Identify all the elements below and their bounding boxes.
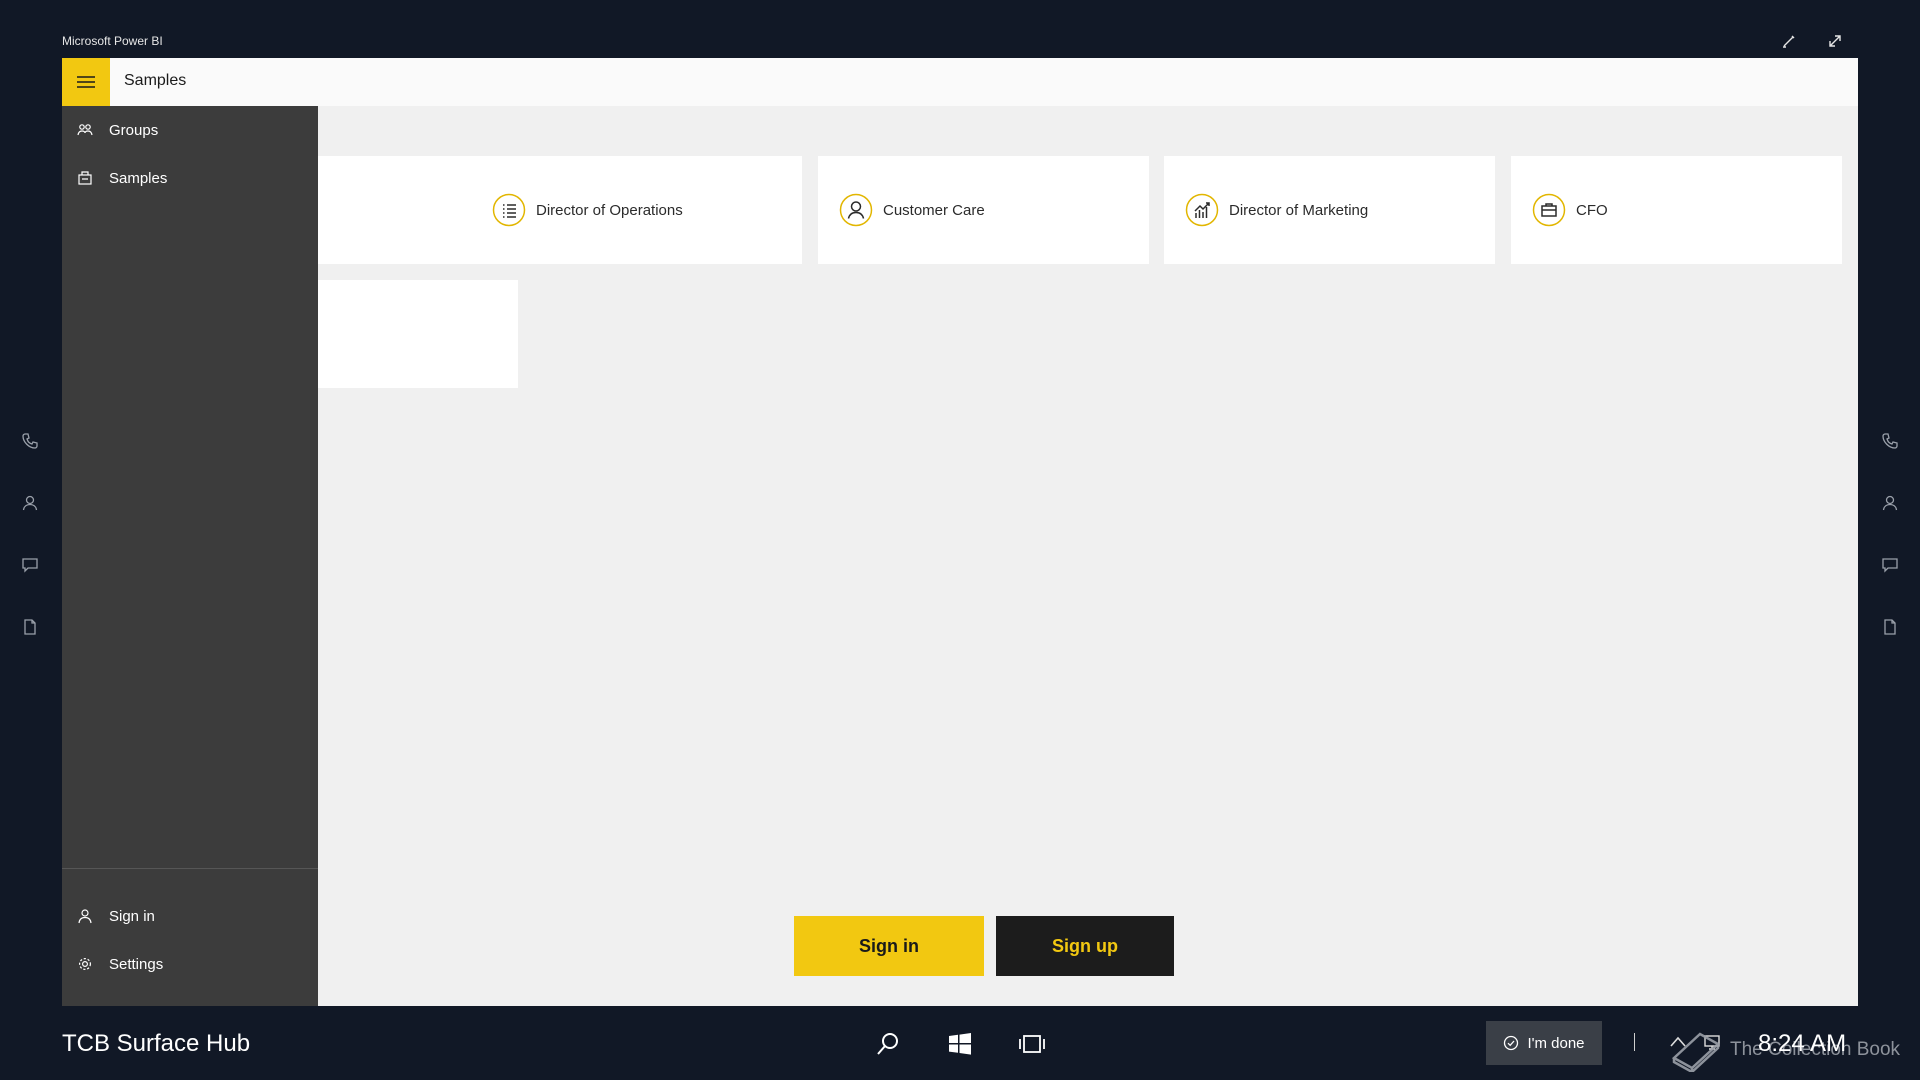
sample-card-director-of-marketing[interactable]: Director of Marketing xyxy=(1164,156,1495,264)
window-title: Microsoft Power BI xyxy=(62,34,163,48)
chart-icon xyxy=(1185,193,1219,227)
briefcase-icon xyxy=(1532,193,1566,227)
book-icon xyxy=(1670,1028,1722,1072)
document-icon[interactable] xyxy=(14,618,46,680)
windows-start-icon[interactable] xyxy=(946,1030,974,1058)
search-icon[interactable] xyxy=(874,1030,902,1058)
card-label: Director of Marketing xyxy=(1229,201,1369,219)
samples-icon xyxy=(77,170,93,186)
card-label: CFO xyxy=(1576,201,1608,219)
left-rail xyxy=(14,432,46,680)
person-icon xyxy=(77,908,93,924)
phone-icon[interactable] xyxy=(14,432,46,494)
clock: 8:24 AM xyxy=(1758,1030,1847,1057)
nav-item-label: Sign in xyxy=(109,907,155,925)
person-icon[interactable] xyxy=(1874,494,1906,556)
nav-item-label: Groups xyxy=(109,121,159,139)
check-circle-icon xyxy=(1503,1035,1519,1051)
navigation-pane: Groups Samples Sign in Settings xyxy=(62,106,318,1006)
task-view-icon[interactable] xyxy=(1018,1030,1046,1058)
card-label: Director of Operations xyxy=(536,201,683,219)
expand-icon[interactable] xyxy=(1826,32,1844,50)
gear-icon xyxy=(77,956,93,972)
document-icon[interactable] xyxy=(1874,618,1906,680)
sample-card-director-of-operations[interactable]: Director of Operations xyxy=(471,156,802,264)
nav-item-label: Samples xyxy=(109,169,168,187)
sample-card-cfo[interactable]: CFO xyxy=(1511,156,1842,264)
right-rail xyxy=(1874,432,1906,680)
nav-item-settings[interactable]: Settings xyxy=(62,940,318,988)
sign-up-button[interactable]: Sign up xyxy=(996,916,1174,976)
nav-item-label: Settings xyxy=(109,955,164,973)
nav-divider xyxy=(62,868,318,869)
page-title: Samples xyxy=(124,72,187,89)
nav-item-samples[interactable]: Samples xyxy=(62,154,318,202)
sign-in-button[interactable]: Sign in xyxy=(794,916,984,976)
hamburger-icon xyxy=(77,76,95,88)
chat-icon[interactable] xyxy=(1874,556,1906,618)
app-header: Samples xyxy=(62,58,1858,106)
phone-icon[interactable] xyxy=(1874,432,1906,494)
taskbar-divider xyxy=(1634,1033,1635,1051)
list-icon xyxy=(492,193,526,227)
im-done-button[interactable]: I'm done xyxy=(1486,1021,1602,1065)
card-label: Customer Care xyxy=(883,201,985,219)
chat-icon[interactable] xyxy=(14,556,46,618)
im-done-label: I'm done xyxy=(1527,1034,1585,1052)
app-window: Samples Director of Operations Customer … xyxy=(62,58,1858,1006)
hub-name: TCB Surface Hub xyxy=(62,1030,251,1057)
pen-icon[interactable] xyxy=(1780,32,1798,50)
person-icon xyxy=(839,193,873,227)
nav-item-sign-in[interactable]: Sign in xyxy=(62,892,318,940)
person-icon[interactable] xyxy=(14,494,46,556)
groups-icon xyxy=(77,122,93,138)
sample-card-customer-care[interactable]: Customer Care xyxy=(818,156,1149,264)
nav-item-groups[interactable]: Groups xyxy=(62,106,318,154)
hamburger-menu-button[interactable] xyxy=(62,58,110,106)
